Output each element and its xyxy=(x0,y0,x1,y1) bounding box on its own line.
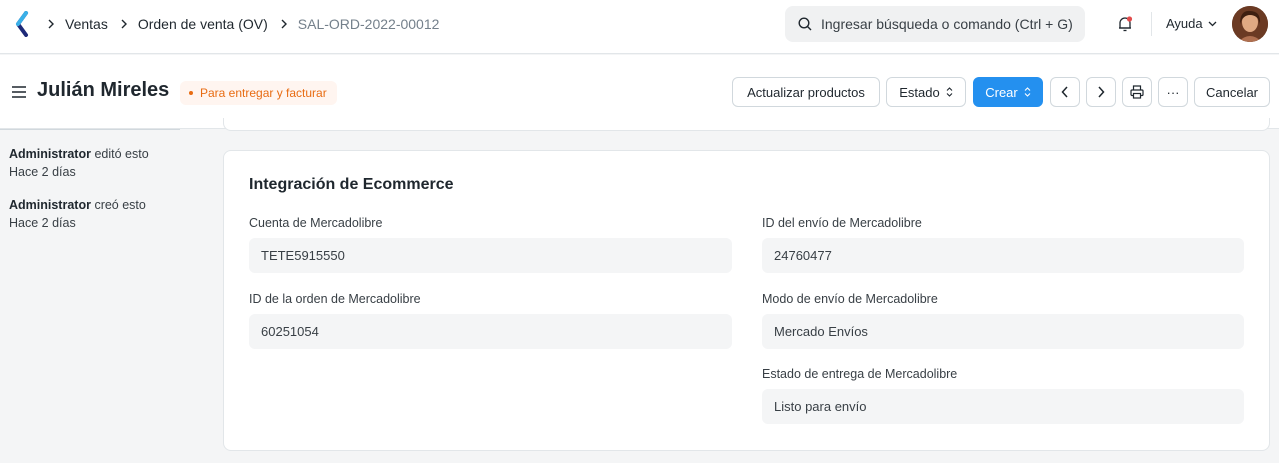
status-dropdown-button[interactable]: Estado xyxy=(886,77,966,107)
shipment-id-field[interactable]: 24760477 xyxy=(762,238,1244,273)
shipment-id-label: ID del envío de Mercadolibre xyxy=(762,216,922,230)
timeline-time: Hace 2 días xyxy=(9,165,76,179)
previous-document-button[interactable] xyxy=(1050,77,1080,107)
chevron-right-icon xyxy=(47,19,59,29)
timeline-divider xyxy=(0,129,180,130)
more-actions-label: ··· xyxy=(1166,84,1180,100)
chevron-right-icon xyxy=(280,19,292,29)
page-title: Julián Mireles xyxy=(37,79,170,101)
account-field[interactable]: TETE5915550 xyxy=(249,238,732,273)
print-button[interactable] xyxy=(1122,77,1152,107)
sidebar-toggle-icon[interactable] xyxy=(11,85,27,99)
chevron-right-icon xyxy=(120,19,132,29)
status-button-label: Estado xyxy=(899,84,940,100)
breadcrumb-sales-order[interactable]: Orden de venta (OV) xyxy=(138,16,268,32)
shipping-mode-field[interactable]: Mercado Envíos xyxy=(762,314,1244,349)
timeline-user[interactable]: Administrator xyxy=(9,198,91,212)
avatar[interactable] xyxy=(1232,6,1268,42)
timeline-user[interactable]: Administrator xyxy=(9,147,91,161)
notification-bell-icon[interactable] xyxy=(1116,15,1134,33)
chevron-right-icon xyxy=(1098,86,1105,98)
avatar-image xyxy=(1232,6,1268,42)
section-title: Integración de Ecommerce xyxy=(249,176,454,193)
printer-icon xyxy=(1130,85,1144,99)
breadcrumb-current-document[interactable]: SAL-ORD-2022-00012 xyxy=(298,16,440,32)
help-dropdown[interactable]: Ayuda xyxy=(1166,16,1217,31)
breadcrumb: Ventas Orden de venta (OV) SAL-ORD-2022-… xyxy=(47,16,451,32)
status-badge: Para entregar y facturar xyxy=(180,81,337,105)
order-id-field[interactable]: 60251054 xyxy=(249,314,732,349)
delivery-status-field[interactable]: Listo para envío xyxy=(762,389,1244,424)
search-input[interactable]: Ingresar búsqueda o comando (Ctrl + G) xyxy=(785,6,1085,42)
breadcrumb-ventas[interactable]: Ventas xyxy=(65,16,108,32)
timeline-time: Hace 2 días xyxy=(9,216,76,230)
help-label: Ayuda xyxy=(1166,16,1203,31)
timeline-action: editó esto xyxy=(94,147,149,161)
timeline-action: creó esto xyxy=(94,198,146,212)
create-button-label: Crear xyxy=(985,84,1018,100)
timeline-entry: Administrator editó esto Hace 2 días xyxy=(9,145,149,181)
app-logo-icon[interactable] xyxy=(14,11,30,37)
status-text: Para entregar y facturar xyxy=(200,86,327,100)
previous-section-card xyxy=(223,118,1270,131)
chevron-down-icon xyxy=(1208,21,1217,26)
select-arrows-icon xyxy=(1024,87,1031,97)
cancel-label: Cancelar xyxy=(1205,84,1259,100)
account-label: Cuenta de Mercadolibre xyxy=(249,216,383,230)
more-actions-button[interactable]: ··· xyxy=(1158,77,1188,107)
shipping-mode-label: Modo de envío de Mercadolibre xyxy=(762,292,938,306)
next-document-button[interactable] xyxy=(1086,77,1116,107)
top-navbar: Ventas Orden de venta (OV) SAL-ORD-2022-… xyxy=(0,0,1279,54)
update-items-label: Actualizar productos xyxy=(747,84,865,100)
navbar-divider xyxy=(1151,12,1152,36)
search-placeholder: Ingresar búsqueda o comando (Ctrl + G) xyxy=(821,16,1073,32)
cancel-button[interactable]: Cancelar xyxy=(1194,77,1270,107)
order-id-label: ID de la orden de Mercadolibre xyxy=(249,292,421,306)
status-dot-icon xyxy=(189,91,193,95)
timeline-entry: Administrator creó esto Hace 2 días xyxy=(9,196,146,232)
create-dropdown-button[interactable]: Crear xyxy=(973,77,1043,107)
delivery-status-label: Estado de entrega de Mercadolibre xyxy=(762,367,958,381)
search-icon xyxy=(798,17,812,31)
update-items-button[interactable]: Actualizar productos xyxy=(732,77,880,107)
chevron-left-icon xyxy=(1061,86,1068,98)
select-arrows-icon xyxy=(946,87,953,97)
ecommerce-integration-section: Integración de Ecommerce Cuenta de Merca… xyxy=(223,150,1270,451)
